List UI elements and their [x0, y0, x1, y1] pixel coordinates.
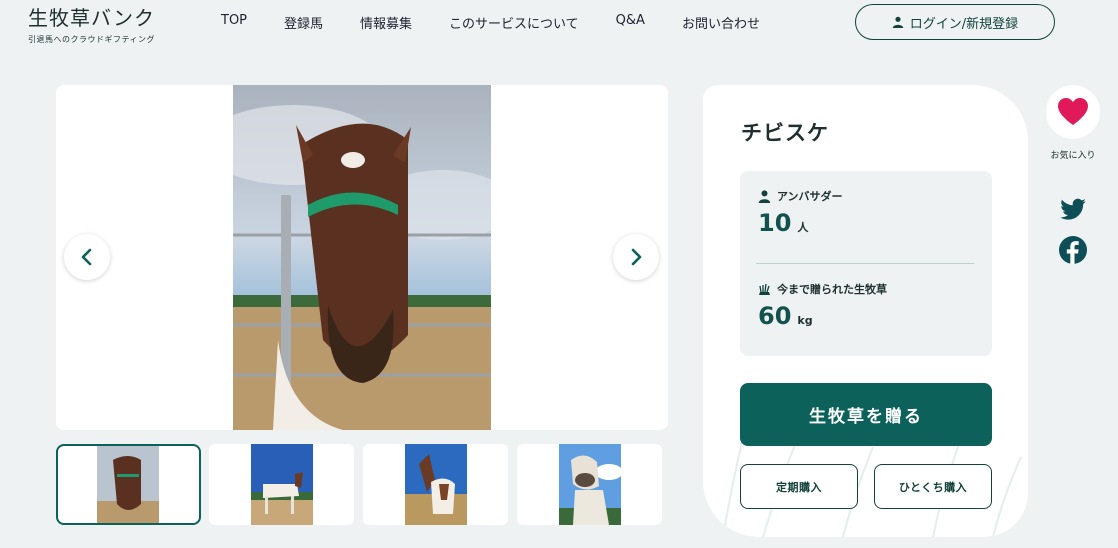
- favorite-label: お気に入り: [1050, 151, 1096, 161]
- photo-thumbnail-4[interactable]: [517, 444, 662, 525]
- nav-item-faq[interactable]: Q&A: [616, 13, 645, 32]
- twitter-icon[interactable]: [1059, 196, 1087, 224]
- gifted-unit: kg: [797, 314, 813, 327]
- person-icon: [758, 189, 771, 203]
- heart-icon: [1058, 98, 1088, 125]
- horse-photo: [233, 85, 491, 430]
- user-icon: [892, 16, 903, 28]
- login-register-button[interactable]: ログイン/新規登録: [855, 4, 1055, 40]
- gifted-label: 今まで贈られた生牧草: [777, 283, 887, 296]
- horse-info-card: チビスケ アンバサダー 10 人 今まで贈られた生牧草 60 kg 生牧草を贈る 定…: [703, 85, 1028, 537]
- favorite-button[interactable]: [1046, 85, 1100, 139]
- grass-icon: [759, 283, 770, 295]
- horse-name: チビスケ: [741, 121, 829, 145]
- nav-item-registered-horses[interactable]: 登録馬: [284, 13, 323, 32]
- photo-thumbnail-1[interactable]: [56, 444, 201, 525]
- logo-title: 生牧草バンク: [28, 6, 155, 30]
- single-purchase-button[interactable]: ひとくち購入: [874, 464, 992, 509]
- facebook-icon[interactable]: [1059, 236, 1087, 264]
- site-logo[interactable]: 生牧草バンク 引退馬へのクラウドギフティング: [28, 2, 155, 45]
- ambassador-value: 10 人: [758, 209, 808, 237]
- stats-divider: [756, 263, 974, 264]
- login-register-label: ログイン/新規登録: [909, 16, 1019, 32]
- gift-grass-button[interactable]: 生牧草を贈る: [740, 383, 992, 446]
- chevron-left-icon: [81, 248, 92, 266]
- chevron-right-icon: [631, 248, 642, 266]
- gifted-value: 60 kg: [758, 302, 813, 330]
- next-photo-button[interactable]: [613, 234, 659, 280]
- ambassador-label-row: アンバサダー: [758, 188, 843, 204]
- nav-item-top[interactable]: TOP: [221, 13, 247, 32]
- thumbnail-image: [97, 446, 159, 523]
- logo-subtitle: 引退馬へのクラウドギフティング: [28, 35, 156, 44]
- ambassador-count: 10: [758, 209, 792, 237]
- horse-stats-box: アンバサダー 10 人 今まで贈られた生牧草 60 kg: [740, 171, 992, 356]
- nav-item-contact[interactable]: お問い合わせ: [682, 13, 760, 32]
- nav-item-info-request[interactable]: 情報募集: [360, 13, 412, 32]
- ambassador-unit: 人: [797, 221, 809, 234]
- photo-thumbnail-3[interactable]: [363, 444, 508, 525]
- subscription-purchase-button[interactable]: 定期購入: [740, 464, 858, 509]
- thumbnail-image: [251, 444, 313, 525]
- main-nav: TOP 登録馬 情報募集 このサービスについて Q&A お問い合わせ: [221, 13, 797, 32]
- photo-thumbnail-2[interactable]: [209, 444, 354, 525]
- gifted-amount: 60: [758, 302, 792, 330]
- ambassador-label: アンバサダー: [777, 190, 843, 203]
- gifted-label-row: 今まで贈られた生牧草: [758, 281, 887, 297]
- main-photo-frame: [56, 85, 668, 430]
- previous-photo-button[interactable]: [64, 234, 110, 280]
- nav-item-about[interactable]: このサービスについて: [449, 13, 579, 32]
- thumbnail-image: [559, 444, 621, 525]
- thumbnail-image: [405, 444, 467, 525]
